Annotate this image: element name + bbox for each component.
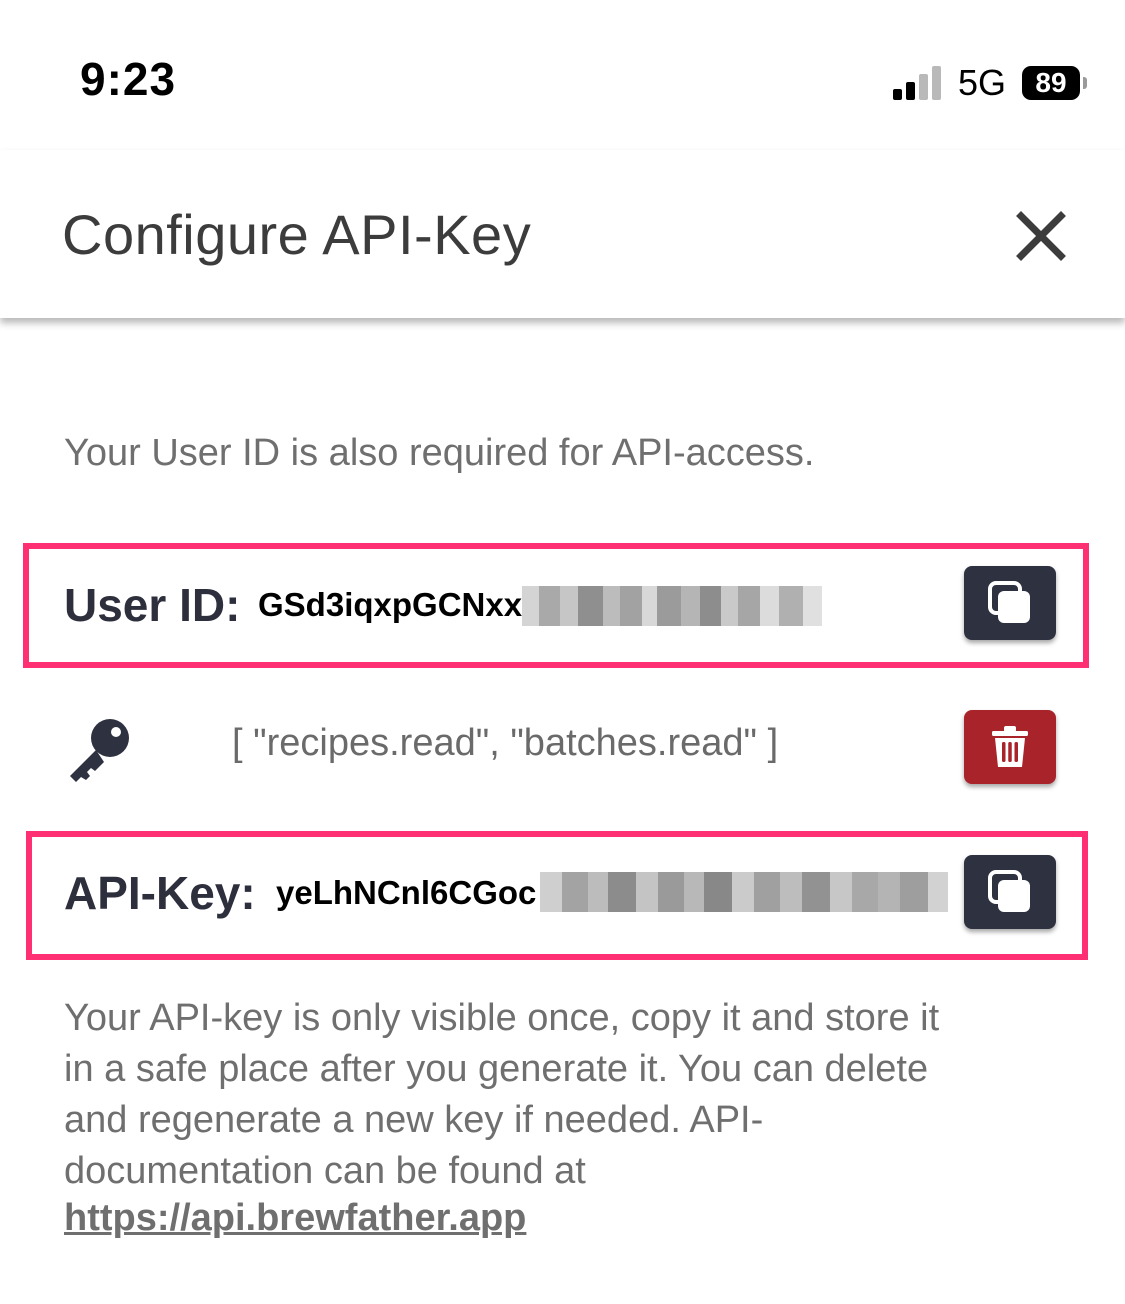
api-documentation-link[interactable]: https://api.brewfather.app (64, 1197, 526, 1240)
note-line: in a safe place after you generate it. Y… (64, 1048, 929, 1090)
dialog-header: Configure API-Key (0, 150, 1125, 318)
close-button[interactable] (1005, 200, 1077, 272)
status-time: 9:23 (80, 53, 177, 105)
user-id-label: User ID: (64, 579, 241, 631)
note-line: documentation can be found at (64, 1150, 586, 1192)
copy-user-id-button[interactable] (964, 566, 1056, 640)
signal-strength-icon (893, 66, 945, 100)
user-id-info: Your User ID is also required for API-ac… (64, 432, 815, 474)
dialog-title: Configure API-Key (62, 203, 532, 266)
api-key-value: yeLhNCnl6CGoc (276, 874, 537, 911)
status-bar: 9:23 5G 89 (0, 0, 1125, 150)
api-key-label: API-Key: (64, 867, 256, 919)
key-scopes: [ "recipes.read", "batches.read" ] (232, 722, 779, 764)
key-icon (64, 714, 134, 784)
copy-icon (988, 581, 1030, 623)
user-id-redacted (522, 586, 822, 626)
delete-key-button[interactable] (964, 710, 1056, 784)
battery-level: 89 (1022, 66, 1080, 100)
note-line: Your API-key is only visible once, copy … (64, 997, 940, 1039)
trash-icon (992, 726, 1028, 767)
copy-api-key-button[interactable] (964, 855, 1056, 929)
note-line: and regenerate a new key if needed. API- (64, 1099, 764, 1141)
api-key-redacted (540, 872, 958, 912)
close-icon (1016, 211, 1066, 261)
network-type: 5G (958, 62, 1007, 103)
copy-icon (988, 870, 1030, 912)
api-key-note: Your API-key is only visible once, copy … (64, 993, 1064, 1197)
user-id-value: GSd3iqxpGCNxx (258, 586, 523, 623)
battery-icon: 89 (1022, 66, 1087, 100)
